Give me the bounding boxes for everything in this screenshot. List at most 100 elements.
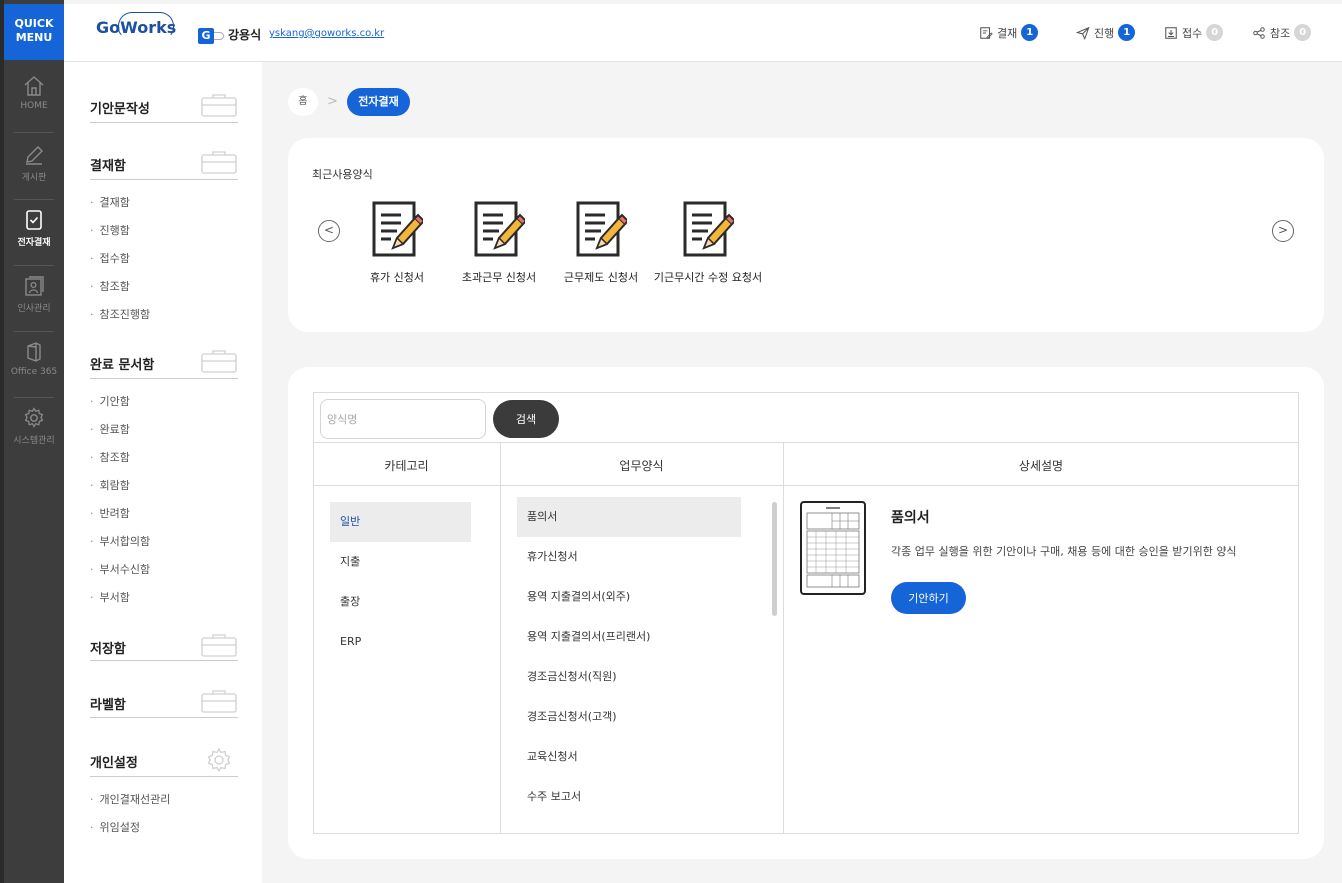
user-email-link[interactable]: yskang@goworks.co.kr [269,28,384,39]
recent-prev-button[interactable]: < [318,220,340,242]
search-button[interactable]: 검색 [493,400,559,438]
subnav-item[interactable]: 부서합의함 [90,533,151,549]
recent-form-tile[interactable]: 근무제도 신청서 [551,200,651,286]
subnav-item[interactable]: 진행함 [90,222,130,238]
stat-receive-label: 접수 [1182,26,1203,40]
person-card-icon [25,276,44,296]
rail-item-approval[interactable]: 전자결재 [4,198,64,266]
header-business-form: 업무양식 [619,459,664,473]
detail-description: 각종 업무 실행을 위한 기안이나 구매, 채용 등에 대한 승인을 받기위한 … [891,545,1237,558]
subnav-item[interactable]: 개인결재선관리 [90,791,171,807]
subnav-item[interactable]: 기안함 [90,393,130,409]
section-completed-docs[interactable]: 완료 문서함 [90,354,154,373]
briefcase-icon [201,94,237,117]
stat-reference-label: 참조 [1270,26,1291,40]
rail-item-system[interactable]: 시스템관리 [4,396,64,464]
form-list-item[interactable]: 품의서 [517,497,741,537]
form-name-search-input[interactable] [320,399,486,439]
category-item[interactable]: 지출 [330,542,471,582]
form-list-item[interactable]: 경조금신청서(직원) [517,657,741,697]
recent-form-tile[interactable]: 휴가 신청서 [347,200,447,286]
stat-approval-label: 결재 [997,26,1018,40]
form-list-item[interactable]: 용역 지출결의서(프리랜서) [517,617,741,657]
category-item[interactable]: 일반 [330,502,471,542]
rail-item-office365[interactable]: Office 365 [4,330,64,398]
column-divider [500,442,501,834]
pencil-icon [26,146,43,165]
subnav-item[interactable]: 위임설정 [90,819,140,835]
form-list-item[interactable]: 교육신청서 [517,737,741,777]
subnav-item[interactable]: 부서함 [90,589,130,605]
form-list-item[interactable]: 용역 지출결의서(외주) [517,577,741,617]
briefcase-icon [201,350,237,373]
form-list-item[interactable]: 수주 보고서 [517,777,741,817]
category-item[interactable]: ERP [330,622,471,662]
stat-progress-count: 1 [1118,24,1136,41]
form-list-item[interactable]: 휴가신청서 [517,537,741,577]
gear-icon [207,747,231,773]
header-detail: 상세설명 [1018,459,1064,473]
recent-form-tile[interactable]: 초과근무 신청서 [449,200,549,286]
user-name: 강용식 [228,28,262,42]
form-preview-thumbnail [800,501,866,595]
section-divider [90,378,238,379]
recent-forms-card: 최근사용양식 < > 휴가 신청서 초과근무 신청서 근무제도 신청서 기근무시… [288,138,1324,332]
stat-reference-count: 0 [1294,24,1312,41]
send-icon [1076,26,1090,40]
form-list-scrollbar[interactable] [772,502,777,616]
quick-rail: QUICK MENU HOME 게시판 전자결재 인사관리 Office 365… [0,0,64,883]
draft-button[interactable]: 기안하기 [891,582,966,614]
subnav-item[interactable]: 참조진행함 [90,306,151,322]
section-divider [90,776,238,777]
stat-receive[interactable]: 접수 0 [1164,24,1224,41]
section-draft[interactable]: 기안문작성 [90,98,150,117]
top-bar: GoWorks G 강용식 yskang@goworks.co.kr 결재 1 … [64,4,1342,62]
subnav-item[interactable]: 접수함 [90,250,130,266]
section-divider [90,717,238,718]
inbox-download-icon [1165,26,1177,39]
breadcrumb-current[interactable]: 전자결재 [347,88,410,116]
approval-check-icon [26,210,42,230]
approval-subnav: 기안문작성 결재함 결재함 진행함 접수함 참조함 참조진행함 완료 문서함 기… [64,62,262,883]
section-approval-box[interactable]: 결재함 [90,155,126,174]
section-saved[interactable]: 저장함 [90,638,126,657]
rail-item-hr[interactable]: 인사관리 [4,264,64,332]
gear-icon [24,407,44,428]
stat-progress[interactable]: 진행 1 [1076,24,1136,41]
form-pencil-icon [576,201,627,257]
subnav-item[interactable]: 반려함 [90,505,130,521]
stat-receive-count: 0 [1206,24,1224,41]
recent-next-button[interactable]: > [1272,220,1294,242]
subnav-item[interactable]: 회람함 [90,477,130,493]
quick-menu-button[interactable]: QUICK MENU [4,4,64,60]
briefcase-icon [201,151,237,174]
goworks-logo[interactable]: GoWorks [96,12,176,38]
subnav-item[interactable]: 참조함 [90,449,130,465]
subnav-item[interactable]: 참조함 [90,278,130,294]
subnav-item[interactable]: 결재함 [90,194,130,210]
briefcase-icon [201,634,237,657]
recent-forms-label: 최근사용양식 [312,168,373,181]
detail-title: 품의서 [891,510,930,526]
category-item[interactable]: 출장 [330,582,471,622]
rail-label-system: 시스템관리 [13,436,55,446]
form-list-item[interactable]: 경조금신청서(고객) [517,697,741,737]
recent-form-tile[interactable]: 기근무시간 수정 요청서 [653,200,763,286]
form-pencil-icon [474,201,525,257]
column-divider [783,442,784,834]
stat-progress-label: 진행 [1094,26,1115,40]
table-header-row: 카테고리 업무양식 상세설명 [313,442,1299,486]
stat-approval[interactable]: 결재 1 [979,24,1039,41]
subnav-item[interactable]: 완료함 [90,421,130,437]
section-label[interactable]: 라벨함 [90,694,126,713]
rail-item-board[interactable]: 게시판 [4,133,64,201]
stat-approval-count: 1 [1021,24,1039,41]
section-personal-settings[interactable]: 개인설정 [90,752,138,771]
stat-reference[interactable]: 참조 0 [1252,24,1312,41]
rail-label-approval: 전자결재 [17,238,51,248]
recent-form-label: 기근무시간 수정 요청서 [653,271,763,284]
rail-item-home[interactable]: HOME [4,64,64,132]
breadcrumb-home[interactable]: 홈 [288,88,318,116]
recent-form-label: 초과근무 신청서 [461,271,537,284]
subnav-item[interactable]: 부서수신함 [90,561,151,577]
